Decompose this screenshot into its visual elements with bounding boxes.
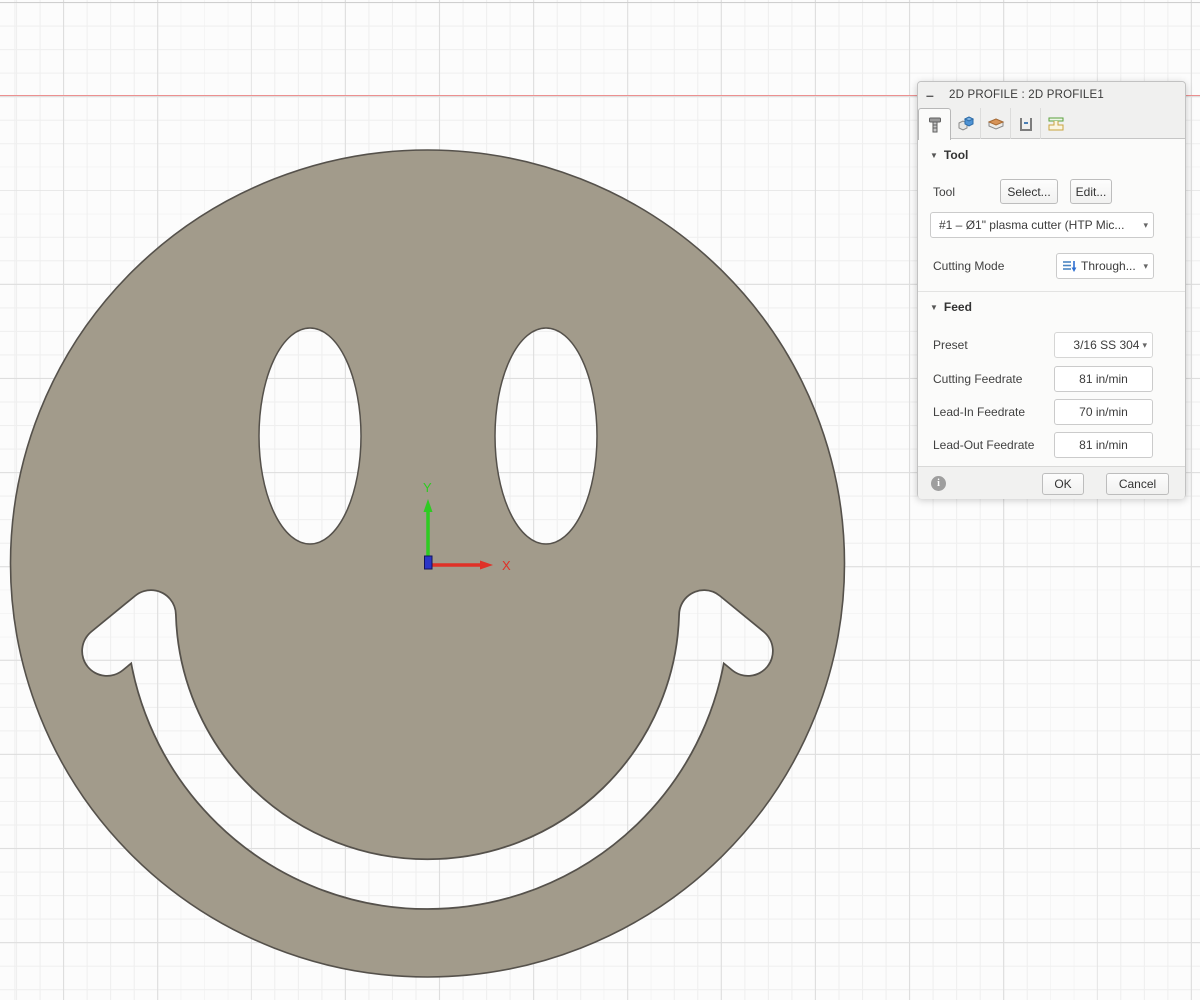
linking-icon <box>1046 114 1066 134</box>
cutting-feedrate-label: Cutting Feedrate <box>933 372 1022 386</box>
cutting-feedrate-row: Cutting Feedrate <box>918 366 1185 392</box>
dialog-footer: i OK Cancel <box>918 466 1185 499</box>
preset-row: Preset 3/16 SS 304 ▾ <box>918 332 1185 358</box>
preset-dropdown[interactable]: 3/16 SS 304 ▾ <box>1054 332 1153 358</box>
lead-in-feedrate-input[interactable] <box>1054 399 1153 425</box>
dialog-tab-strip <box>918 108 1185 139</box>
tab-heights[interactable] <box>981 108 1011 139</box>
cancel-button[interactable]: Cancel <box>1106 473 1169 495</box>
minimize-button[interactable]: – <box>926 90 940 100</box>
tool-edit-button[interactable]: Edit... <box>1070 179 1112 204</box>
tool-select-button[interactable]: Select... <box>1000 179 1058 204</box>
lead-out-feedrate-input[interactable] <box>1054 432 1153 458</box>
cam-canvas[interactable]: Y X – 2D PROFILE : 2D PROFILE1 <box>0 0 1200 1000</box>
tab-geometry[interactable] <box>951 108 981 139</box>
tool-dropdown-value: #1 – Ø1" plasma cutter (HTP Mic... <box>931 218 1140 232</box>
ok-button[interactable]: OK <box>1042 473 1084 495</box>
dialog-header[interactable]: – 2D PROFILE : 2D PROFILE1 <box>918 82 1185 108</box>
heights-icon <box>986 114 1006 134</box>
chevron-down-icon: ▾ <box>1139 340 1152 351</box>
cutting-feedrate-input[interactable] <box>1054 366 1153 392</box>
tab-linking[interactable] <box>1041 108 1071 139</box>
cutting-mode-icon <box>1062 259 1077 273</box>
tool-row: Tool Select... Edit... <box>918 179 1185 205</box>
dialog-title: 2D PROFILE : 2D PROFILE1 <box>949 89 1104 101</box>
lead-out-feedrate-row: Lead-Out Feedrate <box>918 432 1185 458</box>
tool-section-header[interactable]: ▼ Tool <box>930 148 968 162</box>
tab-passes[interactable] <box>1011 108 1041 139</box>
info-icon[interactable]: i <box>931 476 946 491</box>
preset-label: Preset <box>933 338 968 352</box>
cutting-mode-dropdown[interactable]: Through... ▾ <box>1056 253 1154 279</box>
z-axis-origin-marker <box>425 556 433 569</box>
tool-dropdown[interactable]: #1 – Ø1" plasma cutter (HTP Mic... ▾ <box>930 212 1154 238</box>
section-divider <box>918 291 1185 292</box>
lead-in-feedrate-label: Lead-In Feedrate <box>933 405 1025 419</box>
y-axis-label: Y <box>423 480 432 495</box>
2d-profile-dialog: – 2D PROFILE : 2D PROFILE1 <box>917 81 1186 498</box>
tab-tool[interactable] <box>918 108 951 140</box>
tool-icon <box>925 115 945 135</box>
collapse-arrow-icon: ▼ <box>930 151 938 160</box>
cutting-mode-value: Through... <box>1077 259 1140 273</box>
chevron-down-icon: ▾ <box>1140 220 1153 231</box>
chevron-down-icon: ▾ <box>1140 261 1153 272</box>
geometry-icon <box>956 114 976 134</box>
preset-value: 3/16 SS 304 <box>1055 338 1139 352</box>
cutting-mode-row: Cutting Mode Through... ▾ <box>918 253 1185 279</box>
lead-out-feedrate-label: Lead-Out Feedrate <box>933 438 1034 452</box>
feed-section-header[interactable]: ▼ Feed <box>930 300 972 314</box>
collapse-arrow-icon: ▼ <box>930 303 938 312</box>
tool-label: Tool <box>933 185 955 199</box>
passes-icon <box>1016 114 1036 134</box>
x-axis-label: X <box>502 558 511 573</box>
lead-in-feedrate-row: Lead-In Feedrate <box>918 399 1185 425</box>
cutting-mode-label: Cutting Mode <box>933 259 1004 273</box>
